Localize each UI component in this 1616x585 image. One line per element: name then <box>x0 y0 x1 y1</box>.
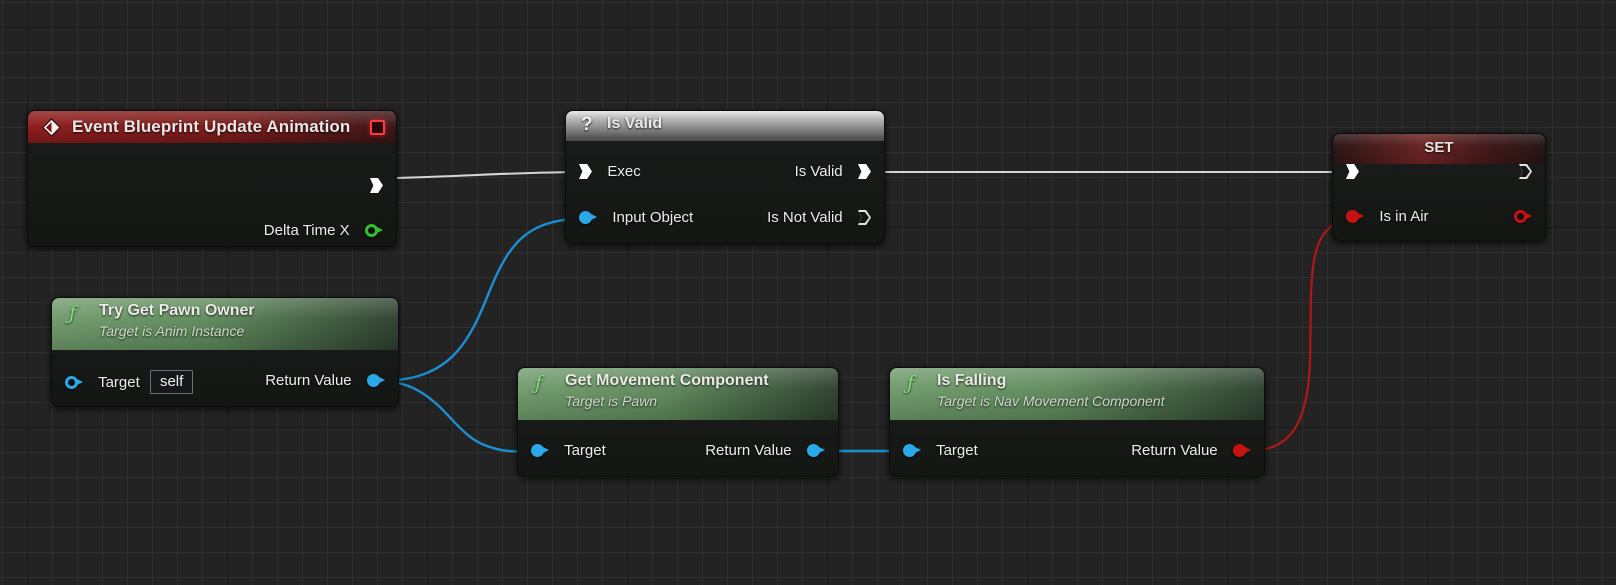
pin-row-exec-out[interactable] <box>370 175 383 197</box>
pin-row-set-exec-in[interactable] <box>1346 161 1359 183</box>
pin-row-target[interactable]: Target self <box>65 370 194 394</box>
exec-pin-is-not-valid[interactable] <box>858 210 871 225</box>
object-pin-target[interactable] <box>903 443 921 458</box>
pin-label-is-valid: Is Valid <box>794 163 843 180</box>
node-subtitle: Target is Anim Instance <box>99 323 245 339</box>
target-self-field[interactable]: self <box>149 370 194 394</box>
node-header[interactable]: ƒ Is Falling Target is Nav Movement Comp… <box>890 368 1264 420</box>
node-try-get-pawn-owner[interactable]: ƒ Try Get Pawn Owner Target is Anim Inst… <box>51 297 399 407</box>
float-pin-delta-time-x[interactable] <box>365 223 383 238</box>
pin-tip <box>819 447 825 453</box>
bool-pin-is-in-air[interactable] <box>1346 209 1364 224</box>
pin-label-return-value: Return Value <box>705 442 792 459</box>
pin-row-is-not-valid-out[interactable]: Is Not Valid <box>767 207 871 229</box>
exec-pin-is-valid[interactable] <box>858 164 871 179</box>
pin-tip <box>543 447 549 453</box>
node-header[interactable]: SET <box>1333 134 1545 164</box>
breakpoint-stop-icon[interactable] <box>370 120 385 135</box>
node-is-valid[interactable]: ? Is Valid Exec Input Object Is Valid Is… <box>565 110 885 244</box>
function-f-icon: ƒ <box>69 302 77 324</box>
blueprint-graph-canvas[interactable]: Event Blueprint Update Animation Delta T… <box>0 0 1616 585</box>
pin-label-return-value: Return Value <box>1131 442 1218 459</box>
exec-pin-out[interactable] <box>370 178 383 193</box>
pin-row-target[interactable]: Target <box>531 440 606 462</box>
function-f-icon: ƒ <box>535 372 543 394</box>
node-subtitle: Target is Nav Movement Component <box>937 393 1165 409</box>
node-header[interactable]: ƒ Try Get Pawn Owner Target is Anim Inst… <box>52 298 398 350</box>
node-is-falling[interactable]: ƒ Is Falling Target is Nav Movement Comp… <box>889 367 1265 477</box>
pin-row-target[interactable]: Target <box>903 440 978 462</box>
wire-object-pawnowner-to-isvalid <box>379 216 591 383</box>
node-subtitle: Target is Pawn <box>565 393 658 409</box>
pin-tip <box>377 227 383 233</box>
node-title: Get Movement Component <box>565 372 769 389</box>
object-ref-pin-target[interactable] <box>65 375 83 390</box>
bool-pin-return-value[interactable] <box>1233 443 1251 458</box>
node-title: Is Falling <box>937 372 1007 389</box>
node-title: SET <box>1424 139 1454 156</box>
pin-label-target: Target <box>564 442 606 459</box>
pin-label-is-not-valid: Is Not Valid <box>767 209 843 226</box>
exec-pin-out[interactable] <box>1519 164 1532 179</box>
function-f-icon: ƒ <box>907 372 915 394</box>
node-header[interactable]: ? Is Valid <box>566 111 884 141</box>
pin-tip <box>591 214 597 220</box>
pin-tip <box>77 379 83 385</box>
pin-row-set-exec-out[interactable] <box>1519 161 1532 183</box>
pin-row-return-value[interactable]: Return Value <box>1131 440 1251 462</box>
node-set-is-in-air[interactable]: SET Is in Air <box>1332 133 1546 241</box>
pin-tip <box>379 377 385 383</box>
pin-row-return-value[interactable]: Return Value <box>705 440 825 462</box>
pin-tip <box>1358 213 1364 219</box>
pin-row-input-object[interactable]: Input Object <box>579 207 693 229</box>
bool-pin-out[interactable] <box>1514 209 1532 224</box>
wire-layer <box>379 170 1363 453</box>
object-pin-target[interactable] <box>531 443 549 458</box>
pin-row-is-in-air[interactable]: Is in Air <box>1346 206 1429 228</box>
node-event-blueprint-update-animation[interactable]: Event Blueprint Update Animation Delta T… <box>27 110 397 247</box>
pin-tip <box>1245 447 1251 453</box>
exec-pin-in[interactable] <box>579 164 592 179</box>
node-title: Try Get Pawn Owner <box>99 302 255 319</box>
question-mark-icon: ? <box>581 114 593 135</box>
pin-row-exec-in[interactable]: Exec <box>579 161 641 183</box>
object-pin-return-value[interactable] <box>367 373 385 388</box>
node-header[interactable]: ƒ Get Movement Component Target is Pawn <box>518 368 838 420</box>
pin-row-is-valid-out[interactable]: Is Valid <box>795 161 871 183</box>
object-pin-input-object[interactable] <box>579 210 597 225</box>
pin-row-return-value[interactable]: Return Value <box>265 370 385 392</box>
pin-label-exec: Exec <box>607 163 641 180</box>
exec-pin-in[interactable] <box>1346 164 1359 179</box>
node-title: Event Blueprint Update Animation <box>72 117 351 136</box>
pin-row-set-bool-out[interactable] <box>1514 206 1532 228</box>
node-get-movement-component[interactable]: ƒ Get Movement Component Target is Pawn … <box>517 367 839 477</box>
pin-tip <box>915 447 921 453</box>
pin-label-target: Target <box>98 374 140 391</box>
pin-label-return-value: Return Value <box>265 372 352 389</box>
node-header[interactable]: Event Blueprint Update Animation <box>28 111 396 143</box>
pin-tip <box>1526 213 1532 219</box>
pin-label-is-in-air: Is in Air <box>1379 208 1429 225</box>
pin-label-delta-time-x: Delta Time X <box>263 222 350 239</box>
pin-label-input-object: Input Object <box>612 209 694 226</box>
pin-label-target: Target <box>936 442 978 459</box>
node-title: Is Valid <box>607 115 663 132</box>
wire-exec-event-to-isvalid <box>395 170 589 180</box>
object-pin-return-value[interactable] <box>807 443 825 458</box>
wire-object-pawnowner-to-movementcomponent <box>379 379 541 453</box>
pin-row-delta-time-x[interactable]: Delta Time X <box>264 220 383 242</box>
event-diamond-icon <box>42 118 61 137</box>
